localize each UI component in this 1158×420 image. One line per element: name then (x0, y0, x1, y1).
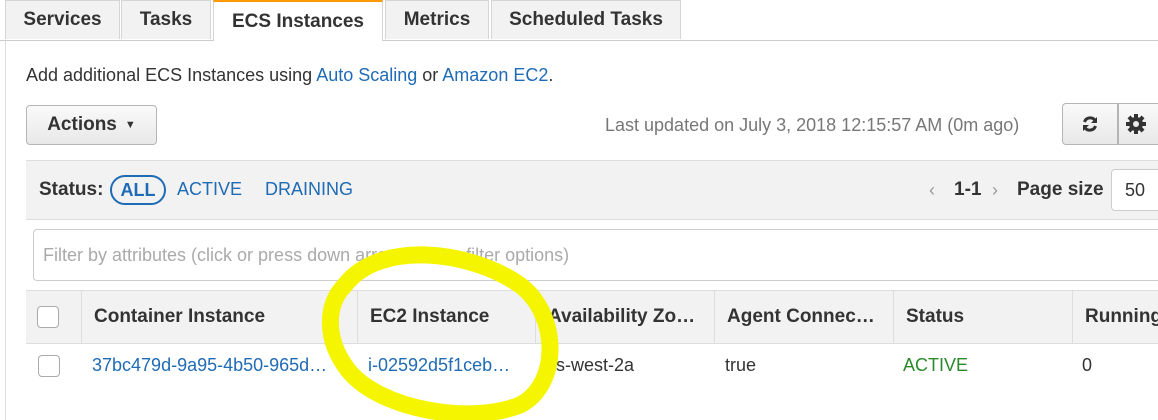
tab-services[interactable]: Services (5, 0, 120, 39)
row-checkbox[interactable] (38, 355, 60, 377)
column-running[interactable]: Running (1072, 291, 1158, 343)
auto-scaling-link[interactable]: Auto Scaling (316, 65, 417, 85)
refresh-button[interactable] (1062, 103, 1118, 145)
info-suffix: . (548, 65, 554, 85)
tab-metrics[interactable]: Metrics (385, 0, 489, 39)
actions-button[interactable]: Actions ▼ (26, 105, 157, 145)
column-agent-connected[interactable]: Agent Connec… (714, 291, 893, 343)
status-draining-option[interactable]: DRAINING (265, 179, 353, 200)
column-status[interactable]: Status (893, 291, 1072, 343)
refresh-icon (1083, 116, 1097, 132)
caret-down-icon: ▼ (124, 119, 136, 131)
status-filter-bar: Status: ALL ACTIVE DRAINING ‹ 1-1 › Page… (26, 160, 1158, 220)
actions-label: Actions (47, 114, 117, 135)
info-text: Add additional ECS Instances using Auto … (26, 65, 553, 86)
ec2-instance-link[interactable]: i-02592d5f1ceb… (368, 355, 510, 376)
status-label: Status: (39, 179, 104, 200)
tab-ecs-instances[interactable]: ECS Instances (213, 0, 383, 41)
container-instance-link[interactable]: 37bc479d-9a95-4b50-965d… (92, 355, 327, 376)
running-cell: 0 (1082, 355, 1093, 375)
page-size-select[interactable]: 50 (1111, 169, 1158, 211)
tab-tasks[interactable]: Tasks (121, 0, 211, 39)
status-cell: ACTIVE (903, 355, 969, 375)
availability-zone-cell: us-west-2a (546, 355, 635, 375)
chevron-left-icon[interactable]: ‹ (929, 180, 935, 201)
settings-button[interactable] (1118, 103, 1158, 145)
status-active-option[interactable]: ACTIVE (177, 179, 242, 200)
last-updated-text: Last updated on July 3, 2018 12:15:57 AM… (605, 115, 1020, 135)
column-availability-zone[interactable]: Availability Zo… (535, 291, 714, 343)
amazon-ec2-link[interactable]: Amazon EC2 (442, 65, 548, 85)
column-container-instance[interactable]: Container Instance (81, 291, 357, 343)
page-size-label: Page size (1017, 179, 1104, 200)
page-range: 1-1 (954, 179, 982, 200)
select-all-checkbox[interactable] (37, 306, 59, 328)
tab-bar: Services Tasks ECS Instances Metrics Sch… (0, 0, 1158, 41)
info-prefix: Add additional ECS Instances using (26, 65, 317, 85)
info-middle: or (417, 65, 443, 85)
column-ec2-instance[interactable]: EC2 Instance (357, 291, 535, 343)
filter-input[interactable]: Filter by attributes (click or press dow… (33, 229, 1158, 281)
status-all-option[interactable]: ALL (110, 175, 166, 205)
tab-scheduled-tasks[interactable]: Scheduled Tasks (491, 0, 681, 39)
table-header: Container Instance EC2 Instance Availabi… (26, 290, 1158, 344)
chevron-right-icon[interactable]: › (992, 180, 998, 201)
gear-icon (1126, 114, 1146, 134)
agent-connected-cell: true (725, 355, 757, 375)
